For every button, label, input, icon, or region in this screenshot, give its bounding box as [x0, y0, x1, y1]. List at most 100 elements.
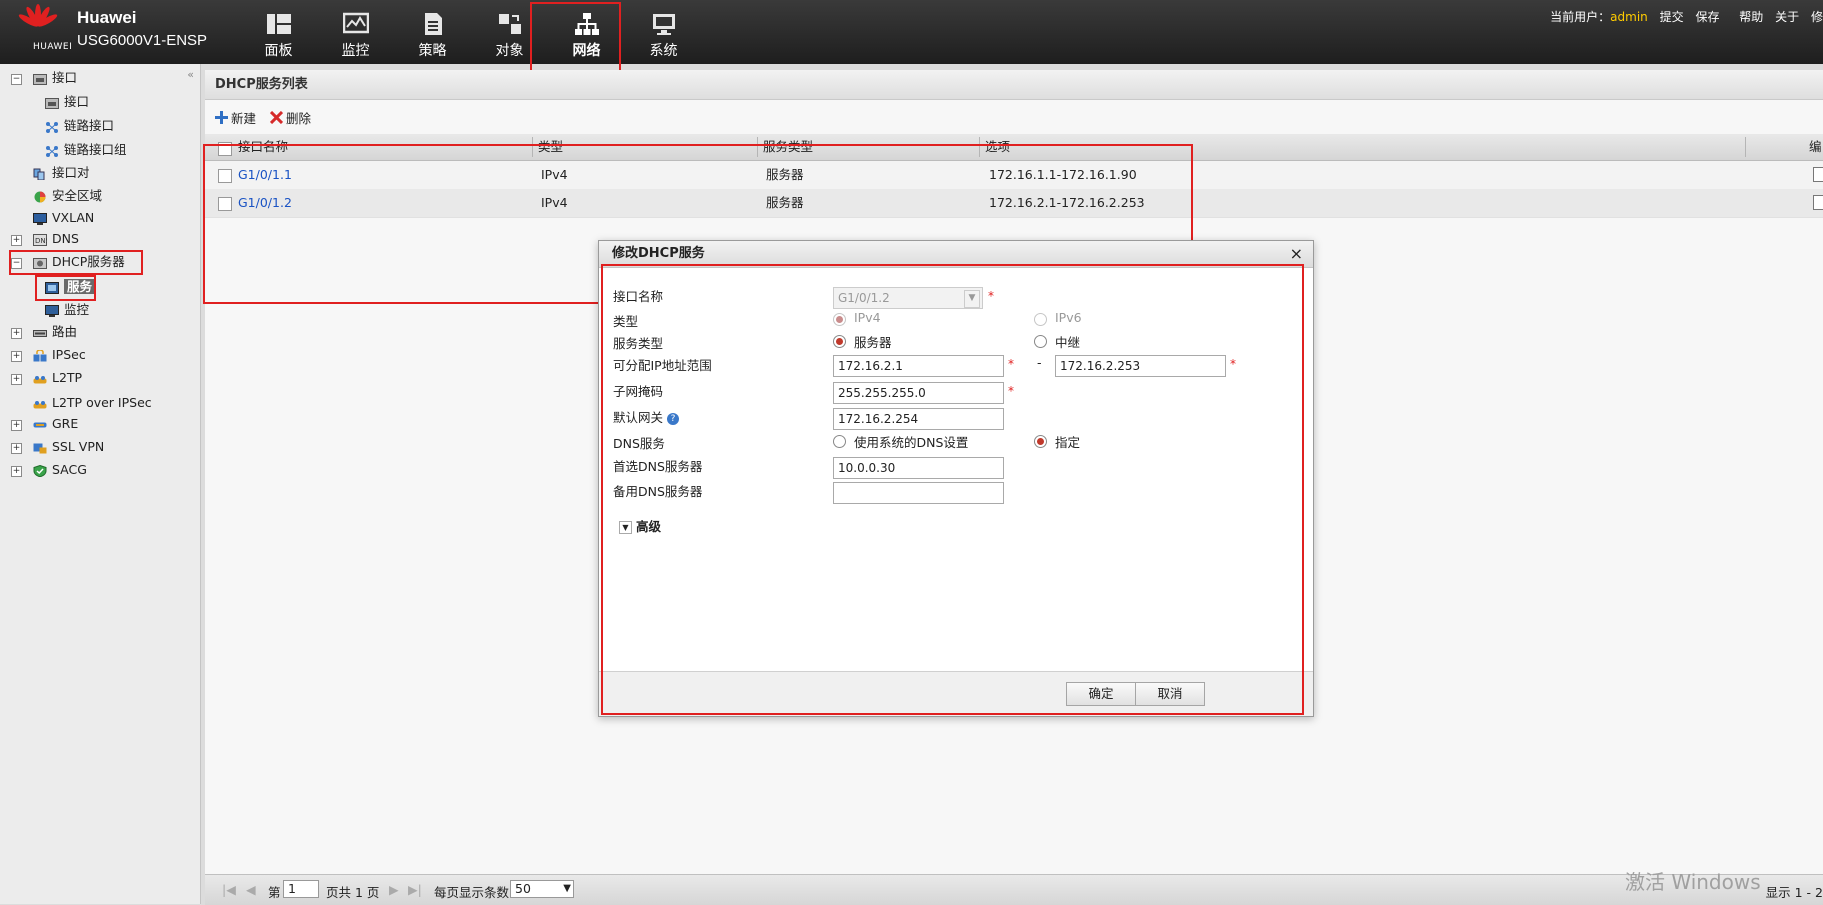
next-page-icon[interactable]: ▶ — [389, 882, 399, 897]
expand-toggle-icon[interactable]: + — [11, 328, 22, 339]
sidebar-item-label: IPSec — [52, 347, 86, 362]
page-input[interactable]: 1 — [283, 880, 319, 898]
sidebar-item-l2tp-over-ipsec[interactable]: L2TP over IPSec — [33, 393, 152, 413]
interface-pair-icon — [33, 168, 45, 180]
shield-icon — [33, 464, 47, 477]
l2tp-over-ipsec-icon — [33, 400, 47, 408]
ssl-vpn-icon — [33, 443, 47, 453]
security-zone-icon — [34, 191, 46, 202]
expand-toggle-icon[interactable]: + — [11, 351, 22, 362]
dashboard-icon — [266, 14, 291, 34]
sidebar-item-label: 链路接口 — [64, 118, 115, 133]
sidebar-item-ssl-vpn[interactable]: SSL VPN — [33, 437, 104, 457]
sidebar-item-l2tp[interactable]: L2TP — [33, 368, 82, 388]
router-icon — [33, 329, 47, 337]
toolbar: 新建 删除 — [215, 108, 321, 127]
sidebar-item-label: 路由 — [52, 324, 78, 339]
monitor-icon — [45, 304, 59, 317]
delete-button[interactable]: 删除 — [270, 108, 311, 127]
first-page-icon[interactable]: |◀ — [222, 882, 236, 897]
prev-page-icon[interactable]: ◀ — [246, 882, 256, 897]
nav-label: 策略 — [418, 43, 447, 59]
sidebar-item-interface-group[interactable]: 接口 — [33, 68, 77, 88]
vxlan-icon — [33, 212, 47, 225]
dialog-highlight — [601, 264, 1304, 715]
sidebar-item-label: SSL VPN — [52, 439, 105, 454]
edit-icon[interactable] — [1813, 167, 1823, 182]
sidebar-item-dhcp-monitor[interactable]: 监控 — [45, 300, 89, 320]
sidebar-item-routing[interactable]: 路由 — [33, 322, 77, 342]
sidebar-item-dns[interactable]: DNS DNS — [33, 229, 79, 249]
nav-label: 系统 — [649, 43, 678, 59]
edit-icon[interactable] — [1813, 195, 1823, 210]
sidebar-item-label: 接口 — [52, 70, 78, 85]
dns-icon: DNS — [33, 233, 47, 246]
dialog-title-text: 修改DHCP服务 — [612, 246, 705, 261]
system-icon — [652, 14, 675, 35]
last-page-icon[interactable]: ▶| — [408, 882, 422, 897]
policy-icon — [424, 13, 442, 35]
nav-monitor[interactable]: 监控 — [317, 0, 394, 64]
new-button-label: 新建 — [231, 111, 257, 126]
expand-toggle-icon[interactable]: + — [11, 443, 22, 454]
nav-policy[interactable]: 策略 — [394, 0, 471, 64]
column-header-edit[interactable]: 编 — [1809, 134, 1822, 160]
interface-icon — [33, 73, 47, 85]
per-page-label: 每页显示条数 — [434, 885, 510, 900]
help-link[interactable]: 帮助 — [1739, 10, 1763, 24]
save-link[interactable]: 保存 — [1695, 10, 1719, 24]
logout-link[interactable]: 修 — [1811, 10, 1823, 24]
link-interface-group-icon — [46, 145, 58, 157]
nav-label: 监控 — [341, 43, 370, 59]
device-model: USG6000V1-ENSP — [77, 32, 208, 49]
collapse-toggle-icon[interactable]: − — [11, 74, 22, 85]
expand-toggle-icon[interactable]: + — [11, 235, 22, 246]
sidebar: « − 接口 接口 链路接口 链路接口组 接口对 安全区域 VXLAN + DN… — [0, 64, 201, 904]
collapse-sidebar-icon[interactable]: « — [187, 68, 194, 81]
sidebar-item-ipsec[interactable]: IPSec — [33, 345, 86, 365]
chevron-down-icon: ▼ — [563, 883, 571, 894]
sidebar-item-link-interface-group[interactable]: 链路接口组 — [45, 140, 127, 160]
expand-toggle-icon[interactable]: + — [11, 466, 22, 477]
ipsec-icon — [33, 349, 47, 361]
object-icon — [498, 14, 521, 34]
sidebar-item-label: L2TP — [52, 370, 83, 385]
page-suffix: 页共 1 页 — [326, 885, 380, 900]
nav-network-highlight — [530, 2, 621, 79]
pager: |◀ ◀ 第 1 页共 1 页 ▶ ▶| 每页显示条数 50 ▼ 显示 1 - 2 — [205, 874, 1823, 905]
expand-toggle-icon[interactable]: + — [11, 374, 22, 385]
new-button[interactable]: 新建 — [215, 108, 256, 127]
sidebar-item-gre[interactable]: GRE — [33, 414, 78, 434]
sidebar-item-label: 接口对 — [52, 165, 90, 180]
add-icon — [215, 111, 228, 124]
sidebar-item-vxlan[interactable]: VXLAN — [33, 208, 94, 228]
sidebar-item-label: SACG — [52, 462, 87, 477]
sidebar-item-link-interface[interactable]: 链路接口 — [45, 116, 114, 136]
submit-link[interactable]: 提交 — [1660, 10, 1684, 24]
delete-button-label: 删除 — [286, 111, 312, 126]
sidebar-item-interface[interactable]: 接口 — [45, 92, 89, 112]
monitor-icon — [342, 12, 369, 34]
per-page-select[interactable]: 50 ▼ — [510, 880, 574, 898]
sidebar-item-label: L2TP over IPSec — [52, 395, 152, 410]
sidebar-item-label: 接口 — [64, 94, 90, 109]
l2tp-icon — [33, 375, 47, 383]
sidebar-item-security-zone[interactable]: 安全区域 — [33, 186, 102, 206]
nav-dashboard[interactable]: 面板 — [240, 0, 317, 64]
expand-toggle-icon[interactable]: + — [11, 420, 22, 431]
about-link[interactable]: 关于 — [1775, 10, 1799, 24]
sidebar-item-label: 监控 — [64, 302, 90, 317]
sidebar-item-label: 链路接口组 — [64, 142, 127, 157]
sidebar-item-interface-pair[interactable]: 接口对 — [33, 163, 90, 183]
service-highlight — [35, 275, 96, 301]
sidebar-item-label: 安全区域 — [52, 188, 103, 203]
brand-name: Huawei — [77, 8, 137, 27]
main-nav: 面板 监控 策略 对象 网络 系统 — [240, 0, 702, 64]
nav-system[interactable]: 系统 — [625, 0, 702, 64]
page-title: DHCP服务列表 — [205, 70, 1823, 100]
page-prefix: 第 — [268, 885, 281, 900]
brand: Huawei USG6000V1-ENSP — [77, 8, 207, 49]
dhcp-server-highlight — [9, 250, 143, 275]
sidebar-item-label: GRE — [52, 416, 79, 431]
sidebar-item-sacg[interactable]: SACG — [33, 460, 87, 480]
